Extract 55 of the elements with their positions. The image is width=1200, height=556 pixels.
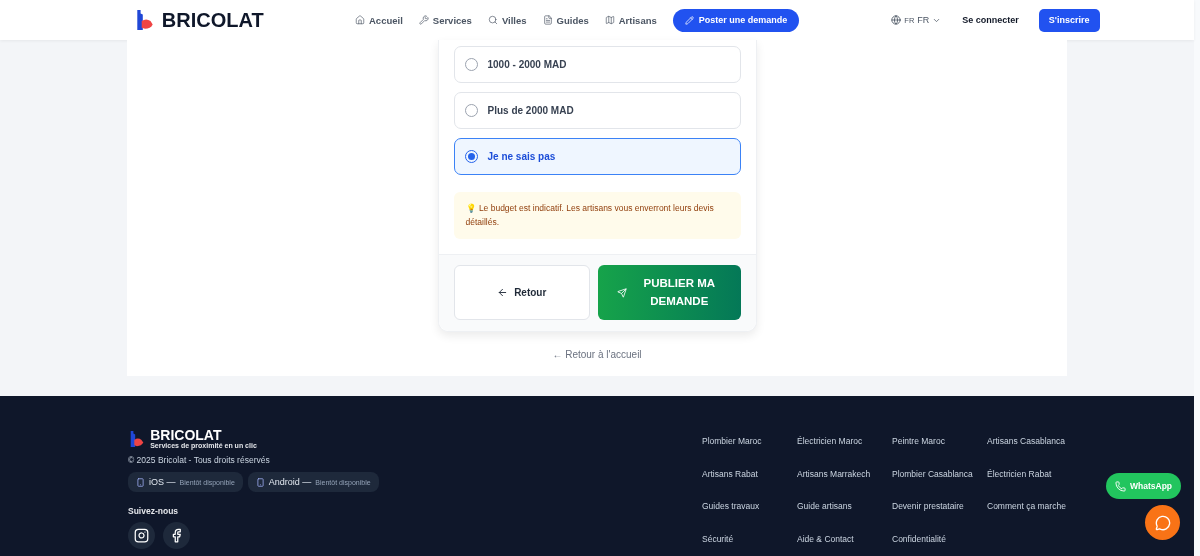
app-name: Android — <box>268 477 312 487</box>
nav-link[interactable]: Artisans <box>604 14 657 26</box>
footer-link[interactable]: Devenir prestataire <box>892 501 987 534</box>
brand-name[interactable]: BRICOLAT <box>161 8 264 32</box>
copyright: © 2025 Bricolat - Tous droits réservés <box>128 455 271 465</box>
post-request-button[interactable]: Poster une demande <box>672 8 800 32</box>
footer-link[interactable]: Plombier Maroc <box>702 436 797 469</box>
nav-link[interactable]: Guides <box>542 14 589 26</box>
pencil-icon <box>684 15 694 25</box>
footer-link[interactable]: Électricien Maroc <box>797 436 892 469</box>
footer-link[interactable]: Guides travaux <box>702 501 797 534</box>
nav-link[interactable]: Accueil <box>355 14 403 26</box>
search-icon <box>487 15 498 25</box>
smartphone-icon <box>255 477 265 487</box>
smartphone-icon <box>136 477 145 487</box>
home-icon <box>355 15 365 25</box>
phone-icon <box>1115 480 1126 492</box>
chat-bubble-icon <box>1154 514 1171 531</box>
budget-tip: 💡 Le budget est indicatif. Les artisans vous enverront leurs devis détaillés. <box>453 192 741 240</box>
footer-link[interactable]: Aide & Contact <box>797 533 892 556</box>
wrench-icon <box>418 15 429 25</box>
globe-icon <box>891 15 902 25</box>
back-button[interactable]: Retour <box>453 265 590 321</box>
logo-icon <box>128 429 145 448</box>
budget-option[interactable]: 1000 - 2000 MAD <box>453 46 741 83</box>
footer-link[interactable]: Artisans Marrakech <box>797 468 892 501</box>
footer-link[interactable]: Artisans Rabat <box>702 468 797 501</box>
home-link[interactable]: ← Retour à l'accueil <box>552 349 642 361</box>
budget-option[interactable]: Plus de 2000 MAD <box>453 92 741 129</box>
footer-link[interactable]: Guide artisans <box>797 501 892 534</box>
signup-button[interactable]: S'inscrire <box>1038 8 1100 32</box>
instagram-icon <box>134 528 149 543</box>
footer-link[interactable]: Confidentialité <box>892 533 987 556</box>
footer-link[interactable]: Artisans Casablanca <box>987 436 1082 469</box>
footer-link[interactable]: Plombier Casablanca <box>892 468 987 501</box>
arrow-left-icon <box>497 287 509 299</box>
logo-icon <box>134 9 154 31</box>
instagram-button[interactable] <box>128 522 155 549</box>
footer-brand-name: BRICOLAT <box>150 428 223 442</box>
footer-link[interactable]: Peintre Maroc <box>892 436 987 469</box>
publish-button[interactable]: PUBLIER MA DEMANDE <box>598 265 741 321</box>
nav-link[interactable]: Services <box>418 14 472 26</box>
footer-link[interactable]: Électricien Rabat <box>987 468 1082 501</box>
nav-link[interactable]: Villes <box>487 14 527 26</box>
footer-link[interactable]: Comment ça marche <box>987 501 1082 534</box>
footer-link[interactable]: Sécurité <box>702 533 797 556</box>
follow-title: Suivez-nous <box>128 506 180 516</box>
chat-button[interactable] <box>1145 505 1180 540</box>
login-link[interactable]: Se connecter <box>962 15 1019 25</box>
send-icon <box>616 287 627 298</box>
app-name: iOS — <box>149 477 176 487</box>
budget-option[interactable]: Je ne sais pas <box>453 138 741 175</box>
facebook-button[interactable] <box>163 522 190 549</box>
map-icon <box>604 15 615 25</box>
document-icon <box>542 15 553 25</box>
